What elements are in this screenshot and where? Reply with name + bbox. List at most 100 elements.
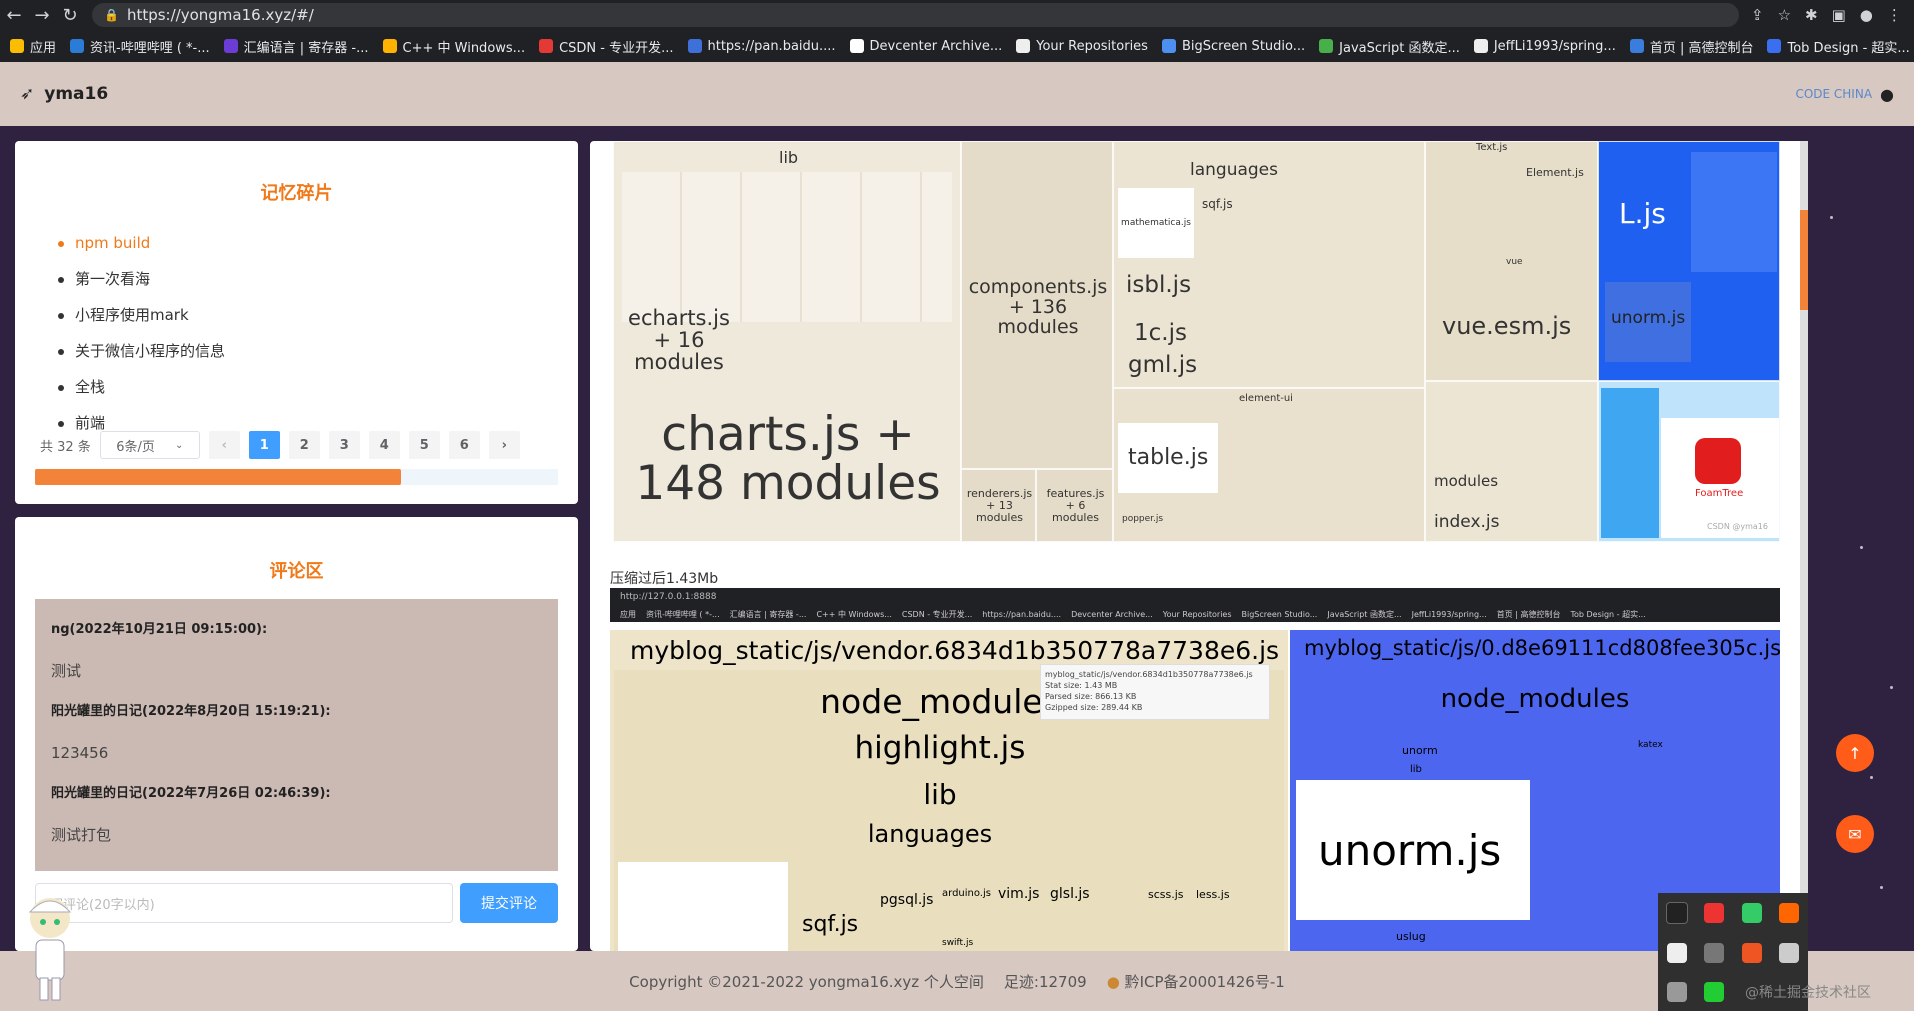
treemap-features-block: features.js + 6 modules [1036,469,1113,542]
tray-icon[interactable] [1704,942,1725,963]
pagination: 共 32 条 6条/页 ⌄ ‹ 1 2 3 4 5 6 › [40,431,520,459]
bookmark-item[interactable]: Tob Design - 超实... [1767,37,1910,56]
less-label: less.js [1196,888,1230,901]
components-line: modules [997,315,1079,338]
bookmark-item[interactable]: JeffLi1993/spring... [1473,38,1616,54]
submit-comment-button[interactable]: 提交评论 [460,883,558,923]
tooltip-parsed: Parsed size: 866.13 KB [1045,692,1137,701]
lib2-label: lib [1410,764,1422,775]
treemap-tooltip: myblog_static/js/vendor.6834d1b350778a77… [1040,664,1270,720]
bookmark-item[interactable]: 资讯-哔哩哔哩 ( *-... [70,37,210,56]
bookmark-label: JeffLi1993/spring... [1493,38,1616,54]
bookmark-icon [10,39,24,53]
page-button[interactable]: 5 [408,431,440,459]
back-to-top-button[interactable]: ↑ [1836,734,1874,772]
gml-label: gml.js [1128,352,1198,378]
share-icon[interactable]: ⇪ [1751,6,1764,24]
content-scrollbar-thumb[interactable] [1800,210,1808,310]
bookmark-item[interactable]: 首页 | 高德控制台 [1629,37,1754,56]
treemap-vue-modules-block: modules index.js [1425,381,1598,542]
comment-list: ng(2022年10月21日 09:15:00): 测试 阳光罐里的日记(202… [35,599,558,871]
forward-icon[interactable]: → [28,5,56,26]
foamtree-mark [1695,438,1741,484]
note-item[interactable]: 第一次看海 [58,261,578,297]
sqf-label: sqf.js [802,912,859,937]
brand[interactable]: ➶ yma16 [20,84,108,104]
table-label: table.js [1128,445,1209,470]
prev-page-button[interactable]: ‹ [208,431,240,459]
popper-label: popper.js [1122,514,1164,524]
comment-input[interactable]: 写评论(20字以内) [35,883,453,923]
tooltip-gzipped: Gzipped size: 289.44 KB [1045,703,1143,712]
page-button[interactable]: 2 [288,431,320,459]
mascot-illustration[interactable] [20,890,80,1010]
comment-author: 阳光罐里的日记(2022年8月20日 15:19:21): [51,704,331,719]
tray-icon[interactable] [1665,902,1688,925]
address-bar[interactable]: 🔒 https://yongma16.xyz/#/ [92,3,1739,27]
extensions-icon[interactable]: ✱ [1805,6,1818,24]
reload-icon[interactable]: ↻ [56,5,84,26]
bookmark-label: 首页 | 高德控制台 [1649,40,1754,56]
echarts-line: + 16 [653,328,705,353]
bookmark-item[interactable]: Devcenter Archive... [849,39,1002,54]
1c-label: 1c.js [1134,320,1187,346]
back-icon[interactable]: ← [0,5,28,26]
wechat-icon[interactable] [1704,981,1725,1002]
features-line: modules [1052,511,1099,525]
next-page-button[interactable]: › [488,431,520,459]
page-button[interactable]: 4 [368,431,400,459]
bookmark-item[interactable]: Your Repositories [1016,39,1148,54]
components-line: components.js [968,276,1108,298]
bookmark-item[interactable]: BigScreen Studio... [1161,39,1305,54]
chunk-node-modules-label: node_modules [1440,684,1630,714]
treemap-echarts-label: echarts.js + 16 modules [624,307,734,373]
icp-link[interactable]: ● 黔ICP备20001426号-1 [1107,971,1285,992]
sidepanel-icon[interactable]: ▣ [1832,6,1846,24]
tray-icon[interactable] [1779,942,1800,963]
treemap-blue-block: L.js unorm.js [1598,141,1780,381]
page-button[interactable]: 3 [328,431,360,459]
chunk-label: myblog_static/js/0.d8e69111cd808fee305c.… [1304,636,1780,660]
tray-icon[interactable] [1741,903,1762,924]
tray-icon[interactable] [1704,903,1725,924]
languages-label: languages [867,820,993,848]
page-button[interactable]: 1 [248,431,280,459]
foamtree-label: FoamTree [1695,488,1744,499]
katex-label: katex [1638,740,1663,750]
bookmark-item[interactable]: 汇编语言 | 寄存器 -... [223,37,369,56]
treemap-element-ui-block: element-ui table.js popper.js [1113,388,1425,542]
page-size-select[interactable]: 6条/页 ⌄ [99,431,200,459]
bookmark-label: 应用 [30,40,57,56]
bookmark-item[interactable]: https://pan.baidu.... [687,39,836,54]
embed-bookmark-label: 应用 [620,609,636,619]
tray-icon[interactable] [1666,981,1687,1002]
note-item[interactable]: 全栈 [58,369,578,405]
tray-icon[interactable] [1779,903,1800,924]
github-icon[interactable]: ● [1880,85,1894,104]
chevron-down-icon: ⌄ [174,439,184,451]
menu-icon[interactable]: ⋮ [1887,6,1902,24]
bookmark-icon [849,39,864,53]
mail-button[interactable]: ✉ [1836,815,1874,853]
bookmark-item[interactable]: 应用 [10,37,56,56]
page-button[interactable]: 6 [448,431,480,459]
codechina-logo[interactable]: CODE CHINA [1795,87,1872,101]
mathematica-label: mathematica.js [1121,218,1191,228]
star-icon[interactable]: ☆ [1778,6,1791,24]
note-item[interactable]: npm build [58,225,578,261]
note-item[interactable]: 小程序使用mark [58,297,578,333]
comments-title: 评论区 [269,561,324,582]
star-decoration [1830,216,1833,219]
bookmark-item[interactable]: CSDN - 专业开发... [539,37,674,56]
tray-icon[interactable] [1666,942,1687,963]
embed-bookmark-label: https://pan.baidu.... [982,609,1062,619]
bookmark-item[interactable]: C++ 中 Windows... [382,37,525,56]
tooltip-stat: Stat size: 1.43 MB [1045,681,1118,690]
bookmark-icon [1629,39,1644,53]
page-size-value: 6条/页 [116,439,155,455]
bookmark-item[interactable]: JavaScript 函数定... [1319,37,1460,56]
note-item[interactable]: 关于微信小程序的信息 [58,333,578,369]
tray-icon[interactable] [1741,942,1762,963]
profile-icon[interactable]: ● [1860,6,1873,24]
site-footer: Copyright ©2021-2022 yongma16.xyz 个人空间 足… [0,951,1914,1011]
